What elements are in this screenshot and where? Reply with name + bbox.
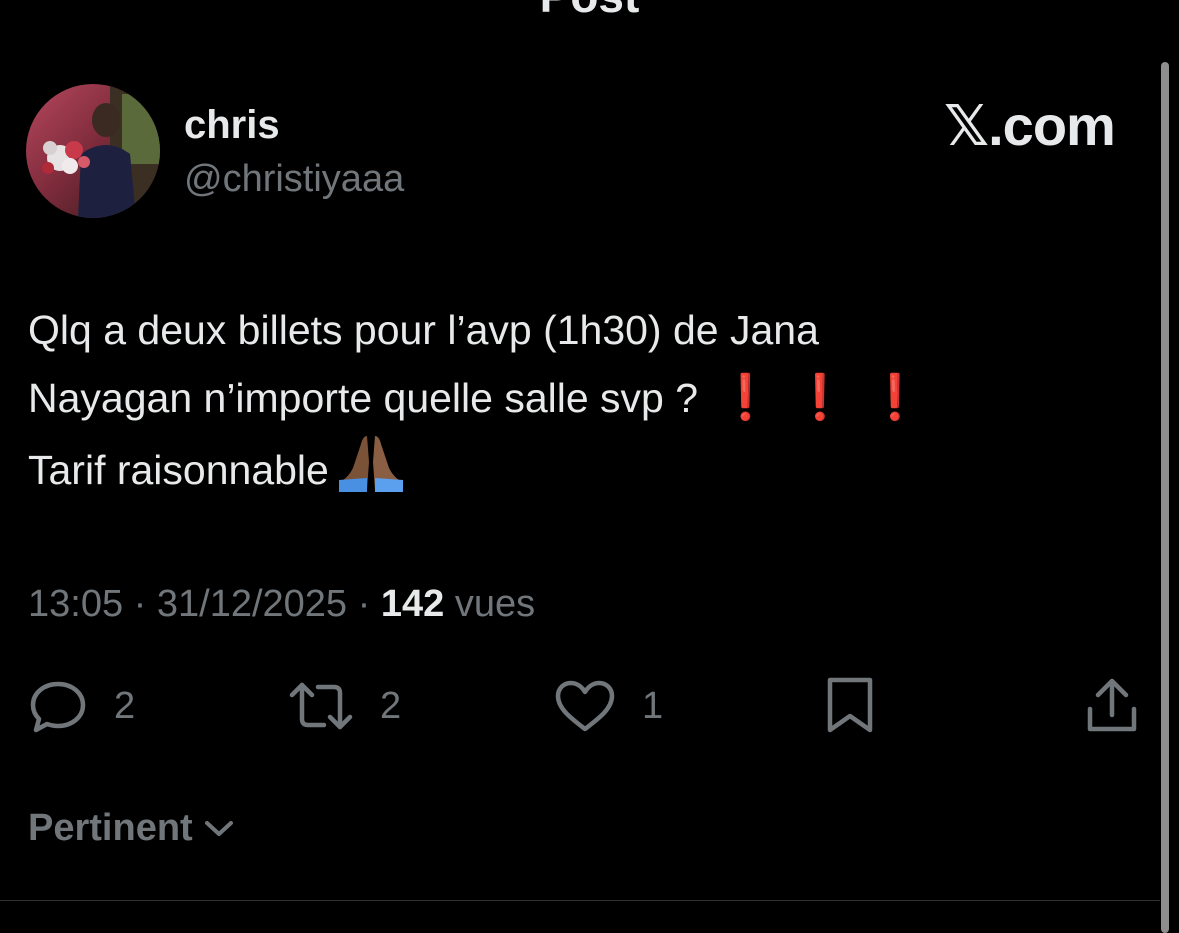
post-date: 31/12/2025 (156, 583, 348, 625)
scrollbar[interactable] (1161, 62, 1169, 933)
meta-separator: · (357, 583, 371, 625)
meta-separator: · (133, 583, 147, 625)
exclamation-icon: ❗ (867, 373, 923, 422)
repost-button[interactable]: 2 (288, 676, 401, 736)
share-button[interactable] (1084, 676, 1140, 736)
post-meta: 13:05 · 31/12/2025 · 142 vues (28, 578, 535, 630)
divider (0, 900, 1160, 901)
like-count: 1 (642, 684, 664, 727)
chevron-down-icon (204, 821, 233, 836)
folded-hands-icon (338, 436, 403, 492)
repost-count: 2 (380, 684, 402, 727)
like-button[interactable]: 1 (554, 676, 663, 736)
author-handle[interactable]: @christiyaaa (184, 154, 404, 204)
top-bar: Post (0, 0, 1179, 24)
views-count[interactable]: 142 (381, 583, 444, 625)
heart-icon (555, 680, 615, 732)
author-display-name[interactable]: chris (184, 100, 280, 150)
reply-count: 2 (114, 684, 136, 727)
post-line-2: Nayagan n’importe quelle salle svp ? ❗ ❗ ❗ (28, 364, 1138, 432)
views-label[interactable]: vues (455, 583, 535, 625)
repost-icon (289, 682, 353, 730)
post-text: Qlq a deux billets pour l’avp (1h30) de … (28, 296, 1138, 504)
exclamation-icon: ❗ (718, 373, 773, 422)
sort-label: Pertinent (28, 807, 193, 849)
brand-watermark: 𝕏.com (944, 94, 1116, 157)
post-time: 13:05 (28, 583, 124, 625)
post-line-3-text: Tarif raisonnable (28, 447, 329, 493)
sort-dropdown[interactable]: Pertinent (28, 802, 235, 854)
exclamation-icon: ❗ (792, 373, 848, 422)
reply-button[interactable]: 2 (28, 676, 135, 736)
post-line-3: Tarif raisonnable (28, 432, 1138, 504)
reply-icon (30, 681, 86, 733)
bookmark-icon (827, 677, 873, 733)
share-icon (1087, 678, 1137, 732)
avatar-image (26, 84, 160, 218)
bookmark-button[interactable] (824, 676, 876, 736)
post-line-1: Qlq a deux billets pour l’avp (1h30) de … (28, 307, 819, 353)
more-horizontal-icon[interactable] (1066, 0, 1130, 8)
page-title: Post (0, 0, 1179, 22)
post-line-2-text: Nayagan n’importe quelle salle svp ? (28, 375, 699, 421)
avatar[interactable] (26, 84, 160, 218)
